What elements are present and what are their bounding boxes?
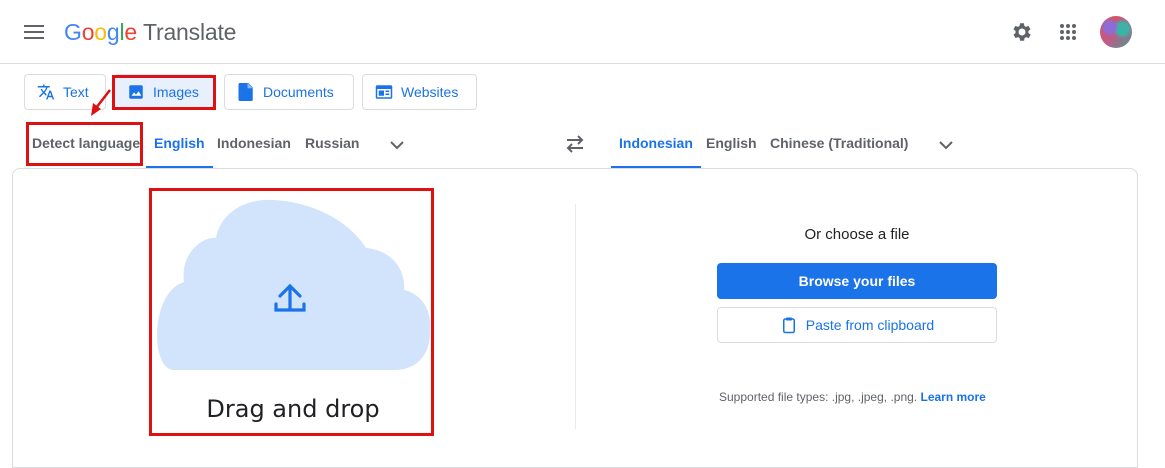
mode-documents-button[interactable]: Documents [224,74,354,110]
panel-divider [575,204,576,429]
settings-gear-icon[interactable] [1010,20,1034,44]
document-icon [237,83,255,101]
swap-languages-icon[interactable] [563,134,587,154]
mode-websites-label: Websites [401,84,459,100]
product-name: Translate [143,19,237,45]
mode-documents-label: Documents [263,84,334,100]
account-avatar[interactable] [1100,16,1132,48]
drag-and-drop-text: Drag and drop [206,395,380,423]
target-more-languages-chevron-icon[interactable] [936,135,956,155]
lang-detect-language[interactable]: Detect language [32,126,140,168]
website-icon [375,83,393,101]
paste-from-clipboard-label: Paste from clipboard [805,317,935,333]
apps-grid-icon[interactable] [1056,20,1080,44]
target-lang-english[interactable]: English [706,126,757,168]
choose-file-heading: Or choose a file [804,226,910,243]
source-lang-indonesian[interactable]: Indonesian [217,126,291,168]
learn-more-link[interactable]: Learn more [920,390,985,404]
google-translate-logo[interactable]: Google Translate [64,18,236,46]
paste-from-clipboard-button[interactable]: Paste from clipboard [717,307,997,343]
clipboard-icon [780,316,798,334]
mode-text-label: Text [63,84,89,100]
annotation-arrow [91,89,111,116]
source-lang-english[interactable]: English [146,126,213,168]
top-app-bar: Google Translate [0,0,1165,64]
supported-file-types: Supported file types: .jpg, .jpeg, .png.… [719,390,986,404]
browse-files-button[interactable]: Browse your files [717,263,997,299]
mode-websites-button[interactable]: Websites [362,74,477,110]
menu-icon[interactable] [24,22,46,42]
image-icon [127,83,145,101]
supported-file-types-text: Supported file types: .jpg, .jpeg, .png. [719,390,918,404]
drag-and-drop-zone[interactable]: Drag and drop [154,192,430,434]
target-lang-chinese-traditional[interactable]: Chinese (Traditional) [770,126,908,168]
translate-icon [37,83,55,101]
target-lang-indonesian[interactable]: Indonesian [611,126,701,168]
cloud-upload-icon [157,199,430,370]
source-more-languages-chevron-icon[interactable] [387,135,407,155]
source-lang-russian[interactable]: Russian [305,126,359,168]
mode-images-button[interactable]: Images [114,74,214,110]
mode-images-label: Images [153,84,199,100]
